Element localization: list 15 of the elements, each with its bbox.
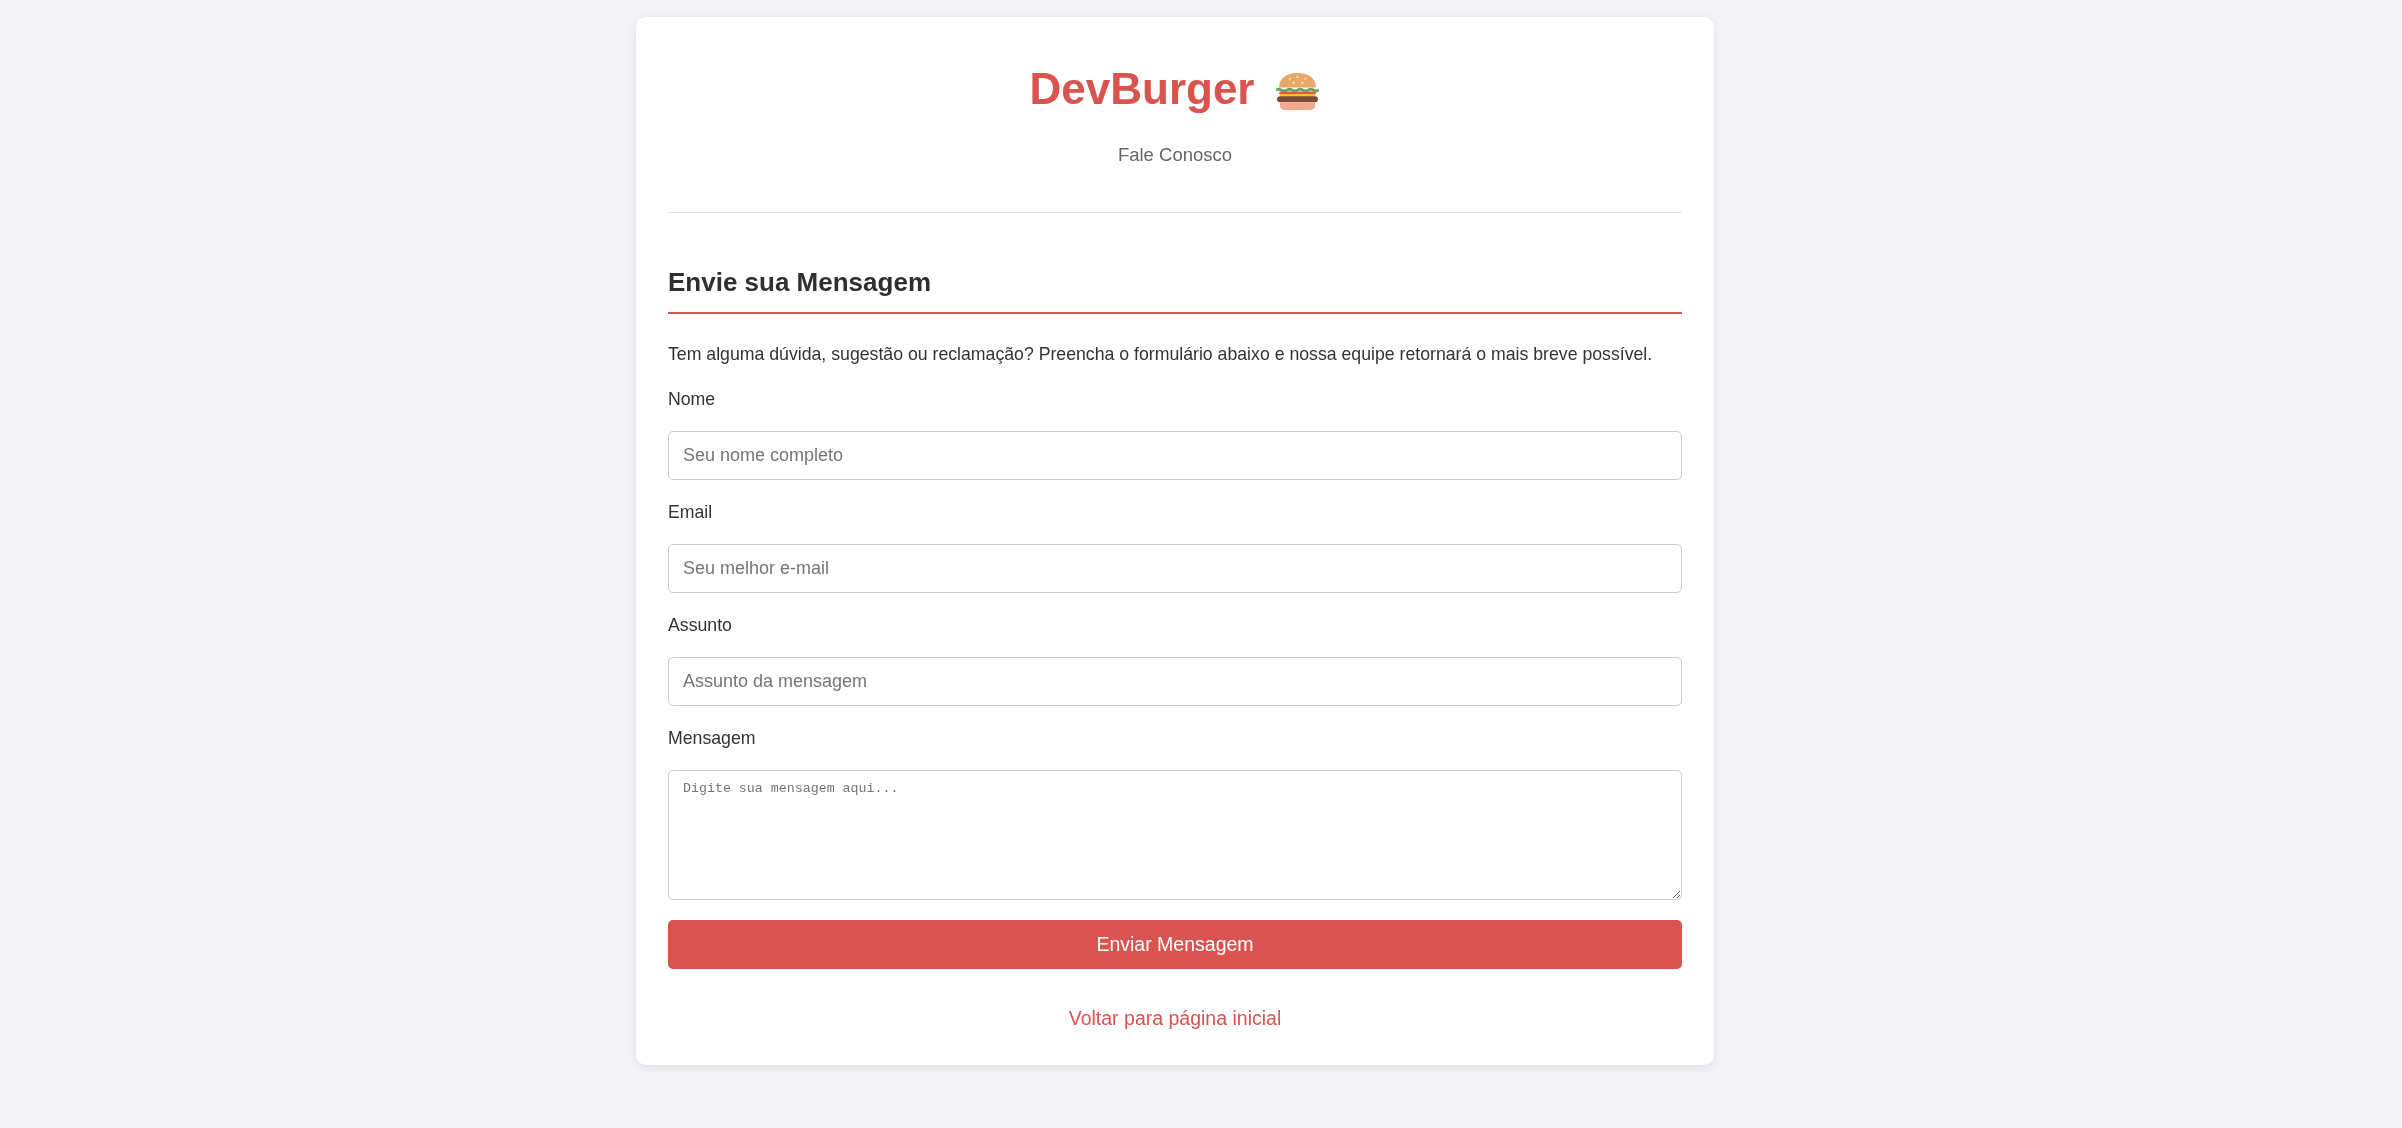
burger-icon (1275, 72, 1321, 110)
back-link[interactable]: Voltar para página inicial (1068, 1006, 1282, 1030)
submit-button[interactable]: Enviar Mensagem (668, 920, 1682, 969)
intro-text: Tem alguma dúvida, sugestão ou reclamação? Preencha o formulário abaixo e nossa equipe retornará o mais breve possível. (668, 343, 1654, 366)
input-field[interactable]: Assunto da mensagem (668, 657, 1682, 706)
field-label: Email (668, 501, 713, 524)
field-label: Assunto (668, 614, 732, 637)
field-label: Nome (668, 388, 716, 411)
input-field[interactable]: Seu melhor e-mail (668, 544, 1682, 593)
page-subtitle: Fale Conosco (1117, 143, 1233, 167)
input-field[interactable]: Seu nome completo (668, 431, 1682, 480)
section-heading: Envie sua Mensagem (668, 267, 1682, 314)
field-label: Mensagem (668, 727, 756, 750)
textarea-field[interactable]: Digite sua mensagem aqui... (668, 770, 1682, 900)
brand-title: DevBurger (1029, 63, 1255, 115)
